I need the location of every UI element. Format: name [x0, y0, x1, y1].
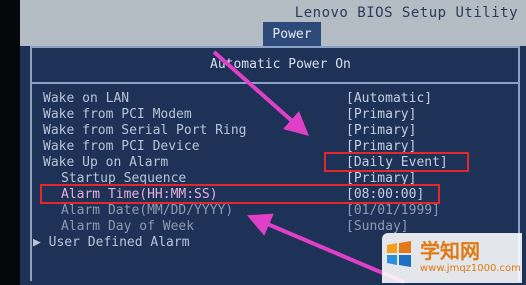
setting-value-alarm-day[interactable]: [Sunday] — [346, 219, 409, 234]
watermark-brand: 学知网 — [420, 239, 480, 263]
setting-value: [Primary] — [346, 123, 417, 138]
setting-value: [Automatic] — [346, 91, 433, 106]
setting-value-alarm-date[interactable]: [01/01/1999] — [346, 203, 440, 218]
header-divider — [30, 82, 520, 84]
setting-wake-pci-modem[interactable]: Wake from PCI Modem — [43, 107, 192, 122]
monitor-bezel — [0, 0, 20, 285]
watermark: 学知网 www.jmqz1000.com — [382, 233, 522, 283]
setting-wake-serial-ring[interactable]: Wake from Serial Port Ring — [43, 123, 247, 138]
setting-label: Wake from Serial Port Ring — [43, 123, 247, 138]
submenu-user-defined-alarm[interactable]: ▶ User Defined Alarm — [33, 235, 190, 250]
setting-label: Alarm Day of Week — [61, 219, 195, 234]
setting-value-wake-pci-modem[interactable]: [Primary] — [346, 107, 416, 122]
setting-value-wake-on-lan[interactable]: [Automatic] — [346, 91, 432, 106]
setting-label: Alarm Date(MM/DD/YYYY) — [61, 203, 234, 218]
setting-value: [Primary] — [346, 107, 417, 122]
tab-power[interactable]: Power — [263, 22, 321, 46]
windows-logo-icon — [387, 241, 411, 267]
setting-label: Wake Up on Alarm — [43, 155, 169, 170]
setting-label: User Defined Alarm — [48, 235, 190, 250]
bios-screen: Lenovo BIOS Setup Utility Power Automati… — [0, 0, 526, 285]
setting-wake-pci-device[interactable]: Wake from PCI Device — [43, 139, 200, 154]
panel-heading: Automatic Power On — [210, 57, 351, 72]
submenu-arrow-icon: ▶ — [33, 235, 49, 250]
setting-value-wake-serial-ring[interactable]: [Primary] — [346, 123, 416, 138]
title-bar: Lenovo BIOS Setup Utility Power — [20, 0, 526, 46]
watermark-url: www.jmqz1000.com — [420, 263, 521, 274]
setting-label: Wake from PCI Modem — [43, 107, 192, 122]
setting-label: Wake from PCI Device — [43, 139, 200, 154]
setting-value: [Sunday] — [346, 219, 409, 234]
highlight-box-wake-alarm — [324, 152, 469, 172]
highlight-box-alarm-time — [40, 184, 440, 204]
setting-label: Wake on LAN — [43, 91, 130, 106]
setting-alarm-date[interactable]: Alarm Date(MM/DD/YYYY) — [61, 203, 233, 218]
setting-alarm-day[interactable]: Alarm Day of Week — [61, 219, 194, 234]
setting-value: [01/01/1999] — [346, 203, 440, 218]
bios-title: Lenovo BIOS Setup Utility — [294, 5, 518, 21]
setting-wake-on-lan[interactable]: Wake on LAN — [43, 91, 129, 106]
setting-wake-up-alarm[interactable]: Wake Up on Alarm — [43, 155, 168, 170]
